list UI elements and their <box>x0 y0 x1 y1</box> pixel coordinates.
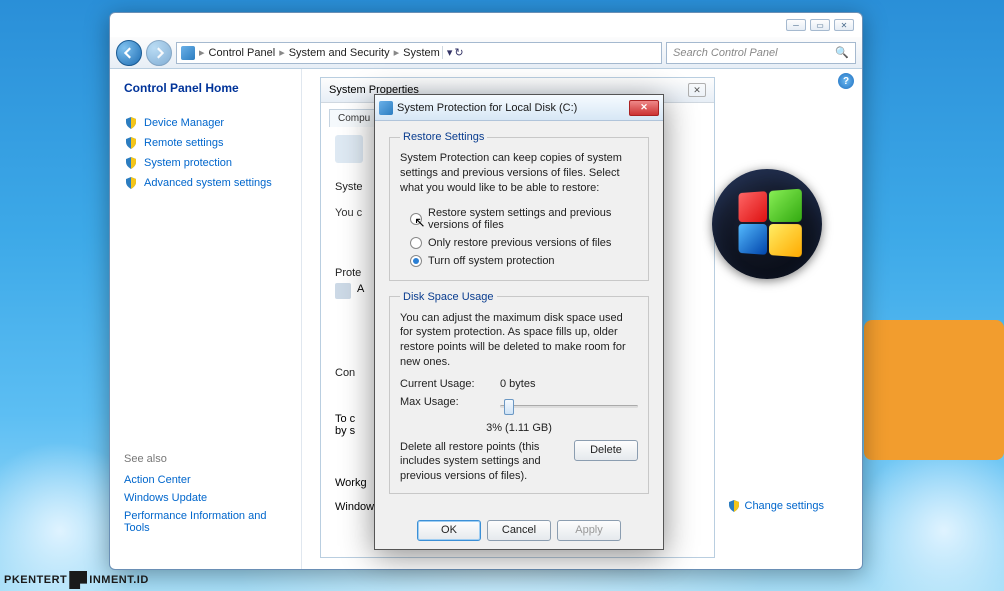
disk-desc: You can adjust the maximum disk space us… <box>400 311 638 370</box>
back-button[interactable] <box>116 40 142 66</box>
orange-shape <box>864 320 1004 460</box>
current-usage-value: 0 bytes <box>500 378 535 390</box>
watermark: PKENTERT INMENT.ID <box>4 571 149 589</box>
delete-desc: Delete all restore points (this includes… <box>400 440 564 483</box>
toolbar: ▸ Control Panel ▸ System and Security ▸ … <box>110 37 862 69</box>
slider-value-label: 3% (1.11 GB) <box>400 422 638 434</box>
dialog-close-button[interactable]: ✕ <box>629 100 659 116</box>
dropdown-icon[interactable]: ▾ <box>447 46 453 59</box>
shield-icon <box>727 499 741 513</box>
breadcrumb-mid[interactable]: System and Security <box>289 47 390 59</box>
search-placeholder: Search Control Panel <box>673 47 778 59</box>
restore-desc: System Protection can keep copies of sys… <box>400 151 638 196</box>
sidebar-link-remote-settings[interactable]: Remote settings <box>124 133 287 153</box>
close-button[interactable]: ✕ <box>834 19 854 31</box>
computer-icon <box>181 46 195 60</box>
sidebar-link-device-manager[interactable]: Device Manager <box>124 113 287 133</box>
sidebar-link-advanced-settings[interactable]: Advanced system settings <box>124 173 287 193</box>
watermark-icon <box>69 571 87 589</box>
search-icon: 🔍 <box>835 46 849 59</box>
ok-button[interactable]: OK <box>417 520 481 541</box>
restore-settings-group: Restore Settings System Protection can k… <box>389 131 649 281</box>
sidebar-link-system-protection[interactable]: System protection <box>124 153 287 173</box>
forward-button[interactable] <box>146 40 172 66</box>
radio-restore-all[interactable]: Restore system settings and previous ver… <box>400 204 638 234</box>
help-icon[interactable]: ? <box>838 73 854 89</box>
system-protection-dialog: System Protection for Local Disk (C:) ✕ … <box>374 94 664 550</box>
radio-icon <box>410 255 422 267</box>
max-usage-label: Max Usage: <box>400 396 490 416</box>
dialog-titlebar[interactable]: System Protection for Local Disk (C:) ✕ <box>375 95 663 121</box>
shield-icon <box>124 156 138 170</box>
slider-thumb[interactable] <box>504 399 514 415</box>
change-settings-link[interactable]: Change settings <box>727 499 825 513</box>
breadcrumb-leaf[interactable]: System <box>403 47 440 59</box>
minimize-button[interactable]: ─ <box>786 19 806 31</box>
disk-space-group: Disk Space Usage You can adjust the maxi… <box>389 291 649 494</box>
see-also-windows-update[interactable]: Windows Update <box>124 489 287 507</box>
delete-button[interactable]: Delete <box>574 440 638 461</box>
radio-icon <box>410 213 422 225</box>
current-usage-label: Current Usage: <box>400 378 490 390</box>
refresh-icon[interactable]: ↻ <box>454 46 463 59</box>
drive-icon <box>335 283 351 299</box>
dialog-icon <box>379 101 393 115</box>
radio-restore-versions-only[interactable]: Only restore previous versions of files <box>400 234 638 252</box>
shield-icon <box>124 136 138 150</box>
windows-logo <box>712 169 832 289</box>
radio-icon <box>410 237 422 249</box>
dialog-title: System Protection for Local Disk (C:) <box>397 102 577 114</box>
max-usage-slider[interactable] <box>500 396 638 416</box>
maximize-button[interactable]: ▭ <box>810 19 830 31</box>
cancel-button[interactable]: Cancel <box>487 520 551 541</box>
sidebar: Control Panel Home Device Manager Remote… <box>110 69 302 569</box>
tab-computer-name[interactable]: Compu <box>329 109 379 127</box>
disk-legend: Disk Space Usage <box>400 291 497 303</box>
breadcrumb-root[interactable]: Control Panel <box>209 47 276 59</box>
shield-icon <box>124 116 138 130</box>
radio-turn-off[interactable]: Turn off system protection <box>400 252 638 270</box>
breadcrumb[interactable]: ▸ Control Panel ▸ System and Security ▸ … <box>176 42 662 64</box>
see-also-performance[interactable]: Performance Information and Tools <box>124 507 287 537</box>
sysprops-close-button[interactable]: ✕ <box>688 83 706 97</box>
search-input[interactable]: Search Control Panel 🔍 <box>666 42 856 64</box>
see-also-action-center[interactable]: Action Center <box>124 471 287 489</box>
shield-icon <box>124 176 138 190</box>
see-also-header: See also <box>124 453 287 465</box>
restore-legend: Restore Settings <box>400 131 487 143</box>
apply-button[interactable]: Apply <box>557 520 621 541</box>
sidebar-home[interactable]: Control Panel Home <box>124 81 287 95</box>
computer-icon <box>335 135 363 163</box>
